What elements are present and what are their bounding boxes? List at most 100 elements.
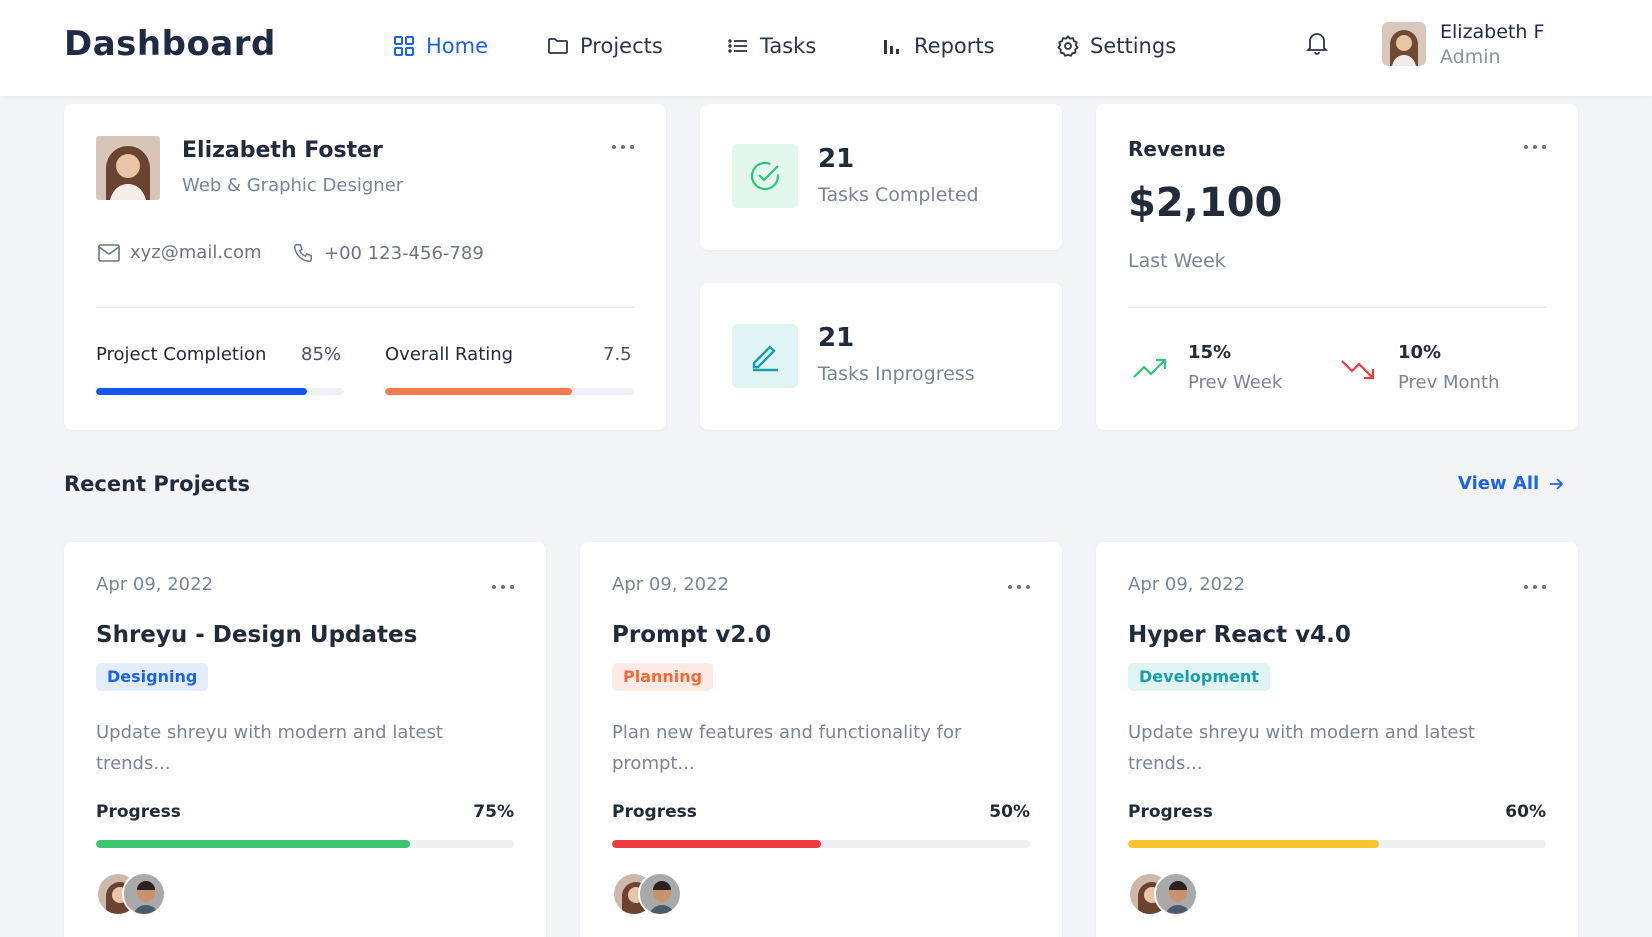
project-date: Apr 09, 2022 bbox=[1128, 574, 1246, 595]
rating-progress-bar bbox=[385, 388, 634, 395]
revenue-more-button[interactable] bbox=[1524, 142, 1546, 152]
user-avatar[interactable] bbox=[1382, 22, 1426, 66]
avatar[interactable] bbox=[638, 872, 682, 916]
revenue-amount: $2,100 bbox=[1128, 180, 1283, 226]
tasks-completed-count: 21 bbox=[818, 144, 855, 174]
project-description: Update shreyu with modern and latest tre… bbox=[96, 722, 443, 774]
project-date: Apr 09, 2022 bbox=[612, 574, 730, 595]
project-progress-fill bbox=[96, 840, 410, 848]
list-icon bbox=[726, 34, 750, 58]
tasks-completed-label: Tasks Completed bbox=[818, 184, 979, 206]
profile-more-button[interactable] bbox=[612, 142, 634, 152]
nav-projects[interactable]: Projects bbox=[546, 31, 663, 61]
nav-settings-label: Settings bbox=[1090, 34, 1177, 58]
avatar[interactable] bbox=[1154, 872, 1198, 916]
nav-projects-label: Projects bbox=[580, 34, 663, 58]
prev-week-label: Prev Week bbox=[1188, 372, 1283, 393]
project-description: Update shreyu with modern and latest tre… bbox=[1128, 722, 1475, 774]
project-title: Prompt v2.0 bbox=[612, 622, 772, 648]
nav-settings[interactable]: Settings bbox=[1056, 31, 1176, 61]
completion-label: Project Completion bbox=[96, 344, 267, 365]
project-title: Hyper React v4.0 bbox=[1128, 622, 1351, 648]
prev-month-value: 10% bbox=[1398, 342, 1442, 363]
progress-value: 60% bbox=[1505, 802, 1546, 822]
nav-tasks[interactable]: Tasks bbox=[726, 31, 816, 61]
project-status-badge: Development bbox=[1128, 663, 1270, 691]
nav-home[interactable]: Home bbox=[392, 31, 488, 61]
project-date: Apr 09, 2022 bbox=[96, 574, 214, 595]
completion-value: 85% bbox=[301, 344, 342, 365]
rating-value: 7.5 bbox=[603, 344, 632, 365]
revenue-period: Last Week bbox=[1128, 250, 1226, 272]
project-card[interactable]: Apr 09, 2022 Prompt v2.0 Planning Plan n… bbox=[580, 542, 1062, 937]
revenue-card: Revenue $2,100 Last Week 15% Prev Week 1… bbox=[1096, 104, 1578, 430]
prev-month-label: Prev Month bbox=[1398, 372, 1500, 393]
project-progress-fill bbox=[1128, 840, 1379, 848]
phone-icon bbox=[294, 244, 312, 262]
project-members bbox=[96, 872, 176, 916]
divider bbox=[96, 307, 634, 308]
project-title: Shreyu - Design Updates bbox=[96, 622, 418, 648]
project-card[interactable]: Apr 09, 2022 Shreyu - Design Updates Des… bbox=[64, 542, 546, 937]
grid-icon bbox=[392, 34, 416, 58]
revenue-title: Revenue bbox=[1128, 137, 1226, 161]
progress-label: Progress bbox=[96, 802, 181, 822]
tasks-inprogress-card: 21 Tasks Inprogress bbox=[700, 283, 1062, 430]
project-members bbox=[612, 872, 692, 916]
user-menu[interactable]: Elizabeth F Admin bbox=[1440, 20, 1544, 70]
user-name: Elizabeth F bbox=[1440, 21, 1545, 43]
prev-week-value: 15% bbox=[1188, 342, 1232, 363]
arrow-right-icon bbox=[1550, 477, 1564, 490]
profile-avatar bbox=[96, 136, 160, 200]
view-all-link[interactable]: View All bbox=[1458, 473, 1564, 494]
nav-reports-label: Reports bbox=[914, 34, 995, 58]
profile-phone[interactable]: +00 123-456-789 bbox=[292, 242, 484, 264]
rating-progress-fill bbox=[385, 388, 572, 395]
project-progress-fill bbox=[612, 840, 821, 848]
recent-projects-title: Recent Projects bbox=[64, 472, 251, 496]
progress-value: 50% bbox=[989, 802, 1030, 822]
rating-label: Overall Rating bbox=[385, 344, 514, 365]
bell-icon[interactable] bbox=[1305, 30, 1329, 56]
edit-icon bbox=[732, 324, 798, 388]
project-progress-bar bbox=[612, 840, 1030, 848]
project-more-button[interactable] bbox=[1524, 582, 1546, 592]
brand-title[interactable]: Dashboard bbox=[64, 24, 276, 64]
tasks-inprogress-count: 21 bbox=[818, 323, 855, 353]
divider bbox=[1128, 307, 1546, 308]
trend-down-icon bbox=[1341, 360, 1375, 380]
tasks-completed-card: 21 Tasks Completed bbox=[700, 104, 1062, 250]
profile-role: Web & Graphic Designer bbox=[182, 175, 404, 196]
project-status-badge: Planning bbox=[612, 663, 714, 691]
completion-progress-bar bbox=[96, 388, 344, 395]
project-progress-bar bbox=[1128, 840, 1546, 848]
profile-phone-text: +00 123-456-789 bbox=[324, 242, 484, 264]
check-circle-icon bbox=[732, 144, 798, 208]
profile-email[interactable]: xyz@mail.com bbox=[98, 242, 261, 263]
progress-label: Progress bbox=[612, 802, 697, 822]
mail-icon bbox=[98, 243, 120, 262]
nav-reports[interactable]: Reports bbox=[880, 31, 995, 61]
folder-icon bbox=[546, 34, 570, 58]
profile-email-text: xyz@mail.com bbox=[130, 242, 262, 263]
bar-chart-icon bbox=[880, 34, 904, 58]
project-progress-bar bbox=[96, 840, 514, 848]
progress-label: Progress bbox=[1128, 802, 1213, 822]
tasks-inprogress-label: Tasks Inprogress bbox=[818, 363, 975, 385]
completion-progress-fill bbox=[96, 388, 307, 395]
gear-icon bbox=[1056, 34, 1080, 58]
profile-card: Elizabeth Foster Web & Graphic Designer … bbox=[64, 104, 666, 430]
project-more-button[interactable] bbox=[492, 582, 514, 592]
nav-tasks-label: Tasks bbox=[760, 34, 817, 58]
project-members bbox=[1128, 872, 1208, 916]
trend-up-icon bbox=[1133, 358, 1167, 378]
progress-value: 75% bbox=[473, 802, 514, 822]
user-role: Admin bbox=[1440, 46, 1501, 68]
avatar[interactable] bbox=[122, 872, 166, 916]
project-status-badge: Designing bbox=[96, 663, 209, 691]
project-card[interactable]: Apr 09, 2022 Hyper React v4.0 Developmen… bbox=[1096, 542, 1578, 937]
project-description: Plan new features and functionality for … bbox=[612, 722, 962, 774]
nav-home-label: Home bbox=[426, 34, 489, 58]
project-more-button[interactable] bbox=[1008, 582, 1030, 592]
top-navbar: Dashboard Home Projects Tasks Reports Se… bbox=[0, 0, 1652, 96]
